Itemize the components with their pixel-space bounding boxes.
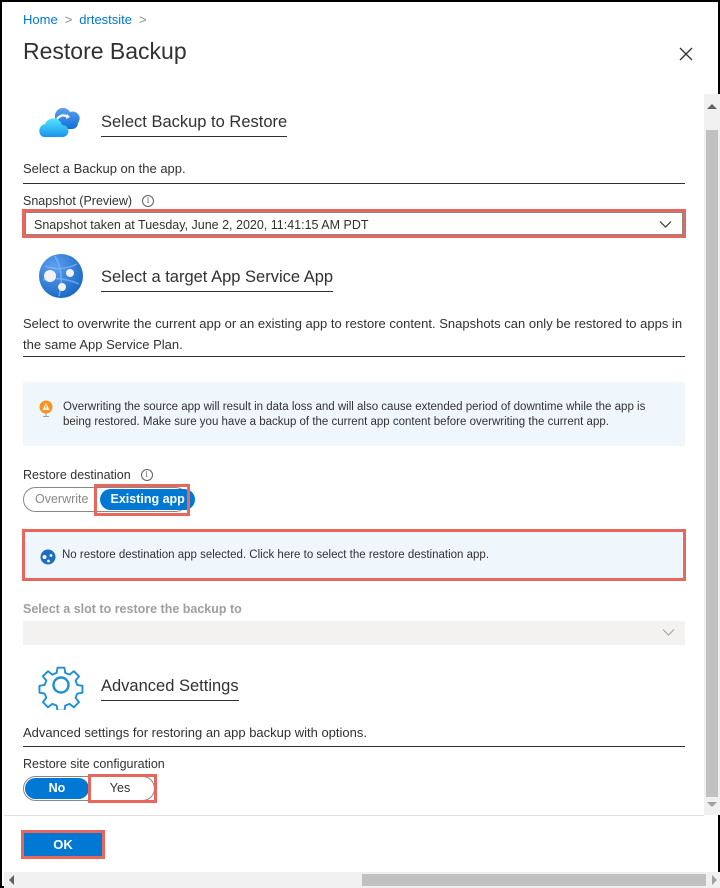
breadcrumb: Home > drtestsite > <box>23 12 154 27</box>
restore-backup-blade: Home > drtestsite > Restore Backup Select B… <box>0 0 720 888</box>
restore-site-config-no[interactable]: No <box>25 778 89 799</box>
warning-text: Overwriting the source app will result i… <box>63 401 646 428</box>
restore-destination-toggle: Overwrite Existing app <box>23 487 195 512</box>
info-icon[interactable]: i <box>140 469 153 481</box>
restore-site-config-toggle: No Yes <box>23 776 155 801</box>
restore-site-config-label: Restore site configuration <box>23 757 165 771</box>
slot-dropdown[interactable] <box>23 621 685 645</box>
scroll-right-arrow-icon[interactable] <box>712 875 717 885</box>
footer-divider <box>4 815 704 816</box>
scroll-up-arrow-icon[interactable] <box>707 104 717 109</box>
restore-destination-label-text: Restore destination <box>23 468 131 482</box>
section-title-select-backup: Select Backup to Restore <box>101 113 288 137</box>
app-service-globe-icon <box>37 252 85 300</box>
restore-destination-existing-app[interactable]: Existing app <box>100 489 195 510</box>
snapshot-label: Snapshot (Preview) i <box>23 194 155 208</box>
chevron-down-icon <box>659 221 672 228</box>
close-icon <box>679 47 693 61</box>
snapshot-dropdown-value: Snapshot taken at Tuesday, June 2, 2020,… <box>34 218 369 232</box>
ok-button[interactable]: OK <box>21 830 105 859</box>
target-description: Select to overwrite the current app or a… <box>23 316 683 352</box>
warning-icon <box>39 400 53 417</box>
section-title-target-app: Select a target App Service App <box>101 268 334 292</box>
backup-description: Select a Backup on the app. <box>23 161 186 176</box>
snapshot-dropdown[interactable]: Snapshot taken at Tuesday, June 2, 2020,… <box>22 209 686 238</box>
warning-banner: Overwriting the source app will result i… <box>23 382 685 446</box>
vertical-scrollbar-thumb[interactable] <box>706 130 718 797</box>
gear-icon <box>36 660 84 712</box>
horizontal-scrollbar[interactable] <box>4 872 720 888</box>
snapshot-label-text: Snapshot (Preview) <box>23 194 133 208</box>
vertical-scrollbar[interactable] <box>704 94 720 815</box>
select-destination-app-banner[interactable]: No restore destination app selected. Cli… <box>22 529 686 581</box>
page-title: Restore Backup <box>23 38 187 64</box>
restore-site-config-yes[interactable]: Yes <box>89 778 151 799</box>
section-divider <box>23 183 685 184</box>
breadcrumb-drtestsite[interactable]: drtestsite <box>79 12 132 27</box>
restore-destination-overwrite[interactable]: Overwrite <box>24 489 98 510</box>
breadcrumb-home[interactable]: Home <box>23 12 58 27</box>
advanced-description: Advanced settings for restoring an app b… <box>23 725 367 740</box>
destination-message: No restore destination app selected. Cli… <box>62 549 490 561</box>
section-divider <box>23 356 685 357</box>
restore-destination-label: Restore destination i <box>23 468 153 482</box>
close-button[interactable] <box>674 42 698 66</box>
section-title-advanced-settings: Advanced Settings <box>101 677 239 701</box>
breadcrumb-separator: > <box>139 12 147 27</box>
slot-label: Select a slot to restore the backup to <box>23 602 242 616</box>
horizontal-scrollbar-thumb[interactable] <box>362 874 706 886</box>
chevron-down-icon <box>662 629 675 636</box>
scroll-left-arrow-icon[interactable] <box>9 875 14 885</box>
scroll-down-arrow-icon[interactable] <box>707 802 717 807</box>
info-icon[interactable]: i <box>142 195 155 207</box>
cloud-backup-icon <box>36 96 84 144</box>
app-service-globe-icon <box>40 549 56 565</box>
section-divider <box>23 746 685 747</box>
breadcrumb-separator: > <box>64 12 73 27</box>
